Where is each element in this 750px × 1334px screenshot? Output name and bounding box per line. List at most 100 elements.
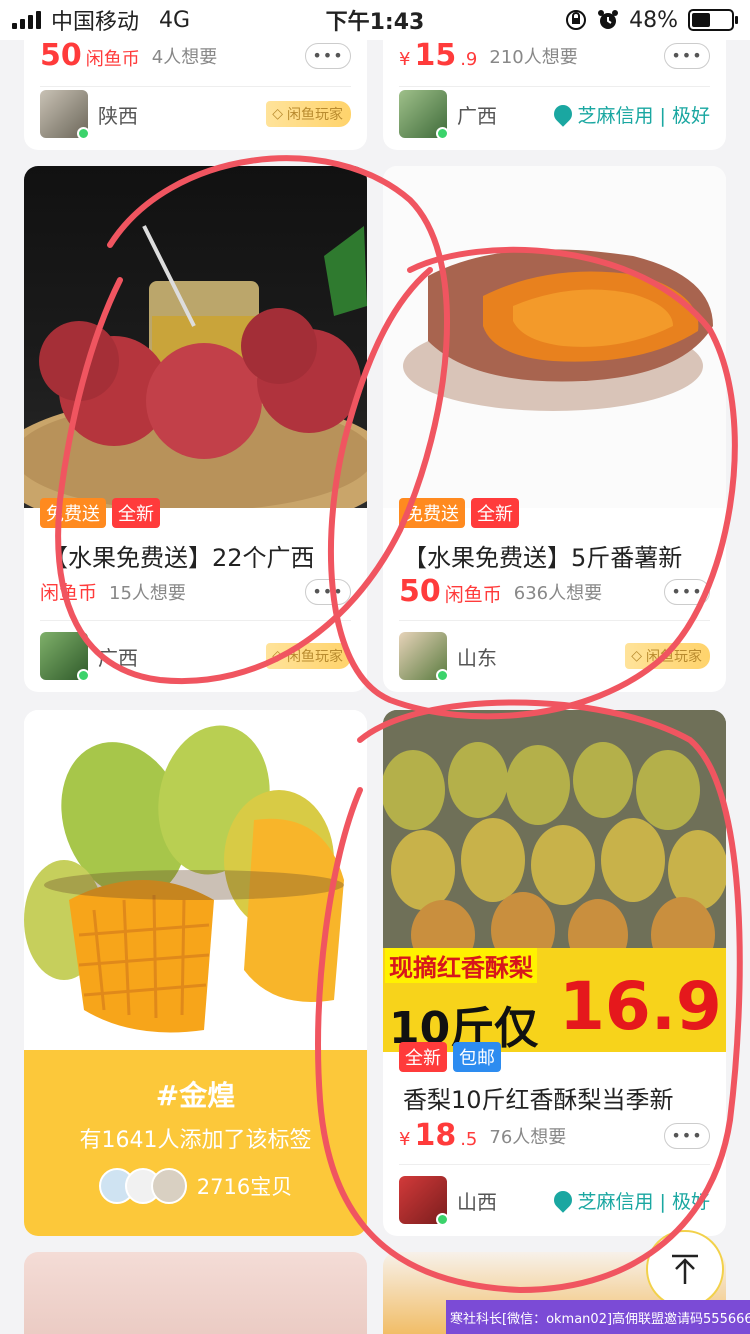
product-card-passion-fruit[interactable]: 免费送 全新 【水果免费送】22个广西 闲鱼币 15人想要 ••• 广西 ◇ 闲鱼… [24, 166, 367, 692]
carrier-label: 中国移动 [51, 10, 140, 35]
topic-title: #金煌 [155, 1079, 236, 1112]
price-unit: 闲鱼币 [40, 582, 98, 604]
price: ¥ 15 .9 [399, 38, 477, 73]
product-title[interactable]: 【水果免费送】5斤番薯新 [403, 538, 712, 573]
more-button[interactable]: ••• [664, 42, 710, 69]
topic-panel: #金煌 有1641人添加了该标签 2716宝贝 [24, 1050, 367, 1236]
more-button[interactable]: ••• [305, 578, 351, 605]
tag-list: 全新 包邮 [399, 1042, 501, 1072]
want-count: 636人想要 [513, 582, 603, 604]
price: 50 闲鱼币 [40, 38, 140, 73]
divider [40, 620, 351, 621]
xianyu-player-badge: ◇ 闲鱼玩家 [266, 101, 351, 127]
divider [40, 86, 351, 87]
rotation-lock-icon [566, 10, 587, 30]
online-dot [436, 127, 449, 140]
avatar[interactable] [40, 632, 90, 682]
alarm-icon [598, 10, 619, 29]
divider [399, 86, 710, 87]
want-count: 4人想要 [151, 46, 218, 68]
tag-new: 全新 [471, 498, 519, 528]
more-button[interactable]: ••• [664, 578, 710, 605]
badge-icon: ◇ [272, 106, 283, 122]
seller-location: 山东 [457, 645, 497, 670]
product-title[interactable]: 【水果免费送】22个广西 [44, 538, 353, 573]
product-card-bottom-left[interactable] [24, 1252, 367, 1334]
want-count: 15人想要 [109, 582, 186, 604]
badge-label: 闲鱼玩家 [287, 107, 343, 123]
more-button[interactable]: ••• [664, 1122, 710, 1149]
battery-percent: 48% [629, 7, 678, 33]
sweet-potato-illustration [403, 249, 713, 411]
price-decimal: .5 [460, 1129, 478, 1150]
topic-subtitle: 有1641人添加了该标签 [79, 1128, 312, 1153]
price: 50 闲鱼币 [399, 574, 502, 609]
online-dot [77, 127, 90, 140]
avatar[interactable] [399, 1176, 449, 1226]
price-unit: 闲鱼币 [444, 584, 502, 606]
product-card-pear[interactable]: 现摘红香酥梨 10斤仅 16.9 全新 包邮 香梨10斤红香酥梨当季新 ¥ 18… [383, 710, 726, 1236]
badge-icon: ◇ [272, 648, 283, 664]
online-dot [77, 669, 90, 682]
sesame-credit-icon [549, 1187, 576, 1213]
sesame-credit-badge: 芝麻信用 | 极好 [549, 101, 710, 128]
credit-label: 芝麻信用 | 极好 [577, 1190, 710, 1213]
avatar[interactable] [399, 90, 449, 140]
seller-location: 陕西 [98, 103, 138, 128]
follower-avatars [98, 1168, 187, 1204]
avatar[interactable] [40, 90, 90, 140]
want-count: 210人想要 [489, 46, 578, 68]
topic-card-mango[interactable]: #金煌 有1641人添加了该标签 2716宝贝 [24, 710, 367, 1236]
status-bar: 中国移动 4G 下午1:43 48% [0, 0, 750, 40]
credit-label: 芝麻信用 | 极好 [577, 104, 710, 127]
currency-symbol: ¥ [399, 49, 411, 70]
sesame-credit-icon [549, 101, 576, 127]
price-value: 50 [399, 574, 441, 609]
product-image[interactable] [24, 166, 367, 508]
avatar[interactable] [399, 632, 449, 682]
product-title[interactable]: 香梨10斤红香酥梨当季新 [403, 1080, 712, 1115]
tag-free-shipping: 包邮 [453, 1042, 501, 1072]
price-value: 18 [414, 1118, 457, 1153]
badge-label: 闲鱼玩家 [287, 649, 343, 665]
tag-free: 免费送 [40, 498, 106, 528]
seller-location: 广西 [98, 645, 138, 670]
battery-icon [688, 9, 738, 31]
tag-free: 免费送 [399, 498, 465, 528]
back-to-top-button[interactable] [646, 1230, 724, 1308]
topic-item-count: 2716宝贝 [196, 1175, 293, 1199]
watermark-banner: 寒社科长[微信：okman02]高佣联盟邀请码555666 [446, 1300, 750, 1334]
seller-location: 广西 [457, 103, 497, 128]
tag-list: 免费送 全新 [40, 498, 160, 528]
tag-list: 免费送 全新 [399, 498, 519, 528]
online-dot [436, 1213, 449, 1226]
tag-new: 全新 [399, 1042, 447, 1072]
sesame-credit-badge: 芝麻信用 | 极好 [549, 1187, 710, 1214]
divider [399, 1164, 710, 1165]
price-decimal: .9 [460, 49, 478, 70]
badge-label: 闲鱼玩家 [646, 649, 702, 665]
arrow-up-icon [672, 1254, 698, 1284]
signal-icon [12, 11, 41, 29]
banner-price: 16.9 [559, 968, 722, 1045]
online-dot [436, 669, 449, 682]
topic-footer: 2716宝贝 [24, 1168, 367, 1204]
price-unit: 闲鱼币 [85, 49, 140, 70]
price-value: 15 [414, 38, 457, 73]
seller-location: 山西 [457, 1189, 497, 1214]
topic-image[interactable] [24, 710, 367, 1052]
xianyu-player-badge: ◇ 闲鱼玩家 [266, 643, 351, 669]
passion-fruit-illustration [24, 225, 367, 508]
price: 闲鱼币 [40, 578, 97, 605]
currency-symbol: ¥ [399, 1129, 411, 1150]
xianyu-player-badge: ◇ 闲鱼玩家 [625, 643, 710, 669]
network-label: 4G [159, 7, 191, 33]
badge-icon: ◇ [631, 648, 642, 664]
banner-text: 现摘红香酥梨 [385, 948, 537, 983]
more-button[interactable]: ••• [305, 42, 351, 69]
product-image[interactable]: 现摘红香酥梨 10斤仅 16.9 [383, 710, 726, 1052]
price-value: 50 [40, 38, 82, 73]
product-card-sweet-potato[interactable]: 免费送 全新 【水果免费送】5斤番薯新 50 闲鱼币 636人想要 ••• 山东… [383, 166, 726, 692]
product-image[interactable] [383, 166, 726, 508]
want-count: 76人想要 [489, 1126, 567, 1148]
